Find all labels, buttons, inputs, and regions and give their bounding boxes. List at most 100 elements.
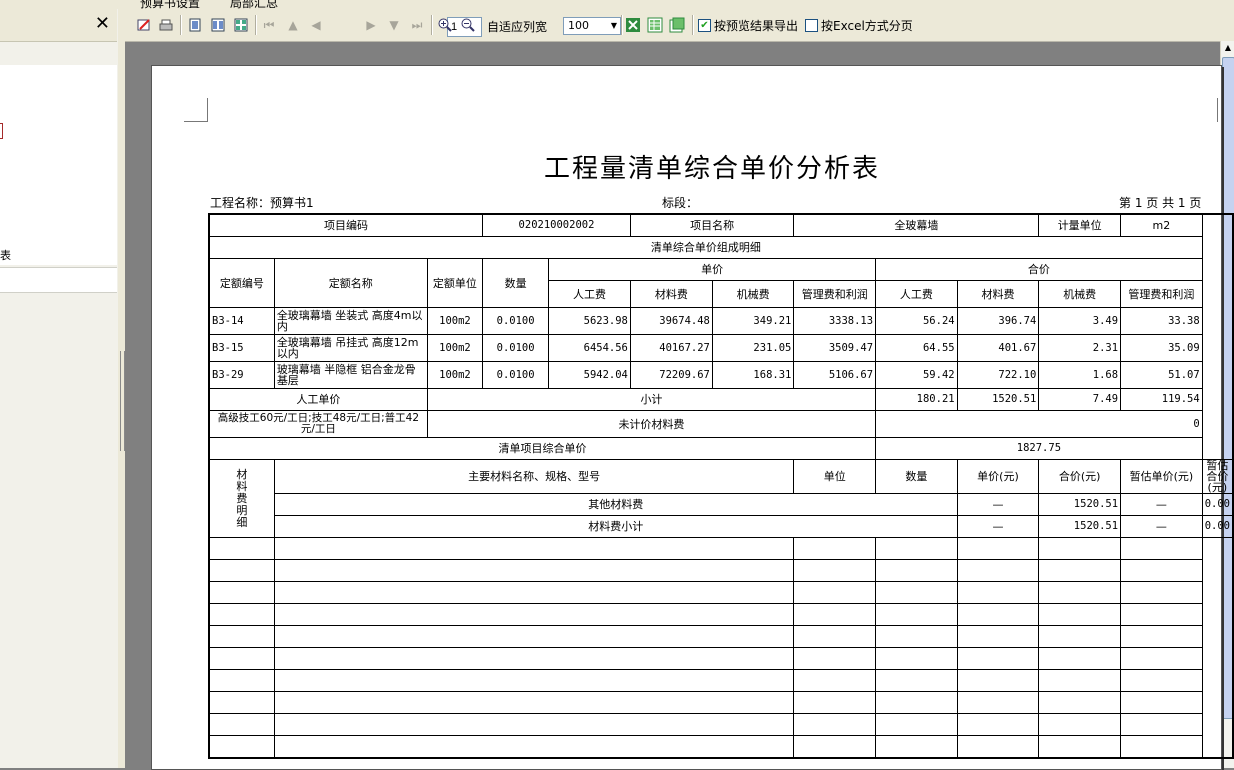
quota-qty: 0.0100 <box>482 307 550 335</box>
export-preview-checkbox[interactable]: ✔ 按预览结果导出 <box>698 17 798 34</box>
subtotal-label: 小计 <box>426 388 877 411</box>
zoom-value: 100 <box>568 19 589 32</box>
left-panel-header: ✕ <box>0 9 117 42</box>
checkbox-checked-icon[interactable]: ✔ <box>698 19 711 32</box>
quota-name: 全玻璃幕墙 吊挂式 高度12m以内 <box>273 334 428 362</box>
blank-cell <box>1038 669 1122 692</box>
first-page-icon[interactable]: ⏮ <box>260 16 278 34</box>
unit-value: m2 <box>1120 213 1203 237</box>
zoom-out-icon[interactable] <box>459 16 477 34</box>
prev-page-icon[interactable]: ◀ <box>307 16 325 34</box>
blank-row <box>208 735 1233 759</box>
blank-cell <box>1120 581 1203 604</box>
blank-cell <box>875 713 958 736</box>
blank-cell <box>208 581 275 604</box>
table-row: 清单综合单价组成明细 <box>208 236 1233 259</box>
price-machine: 231.05 <box>711 334 795 362</box>
excel-paging-label: 按Excel方式分页 <box>821 19 913 33</box>
report-tree[interactable] <box>0 65 117 265</box>
next-page-icon[interactable]: ▶ <box>362 16 380 34</box>
blank-cell <box>956 581 1040 604</box>
material-qty-label: 数量 <box>875 459 958 494</box>
prev-section-icon[interactable]: ▲ <box>284 16 302 34</box>
blank-row <box>208 669 1233 692</box>
blank-cell <box>273 559 795 582</box>
blank-cell <box>793 691 877 714</box>
blank-cell <box>875 669 958 692</box>
last-page-icon[interactable]: ⏭ <box>408 16 426 34</box>
material-detail-label: 材料费明细 <box>208 459 275 538</box>
price-labor: 5623.98 <box>548 307 631 335</box>
excel-paging-checkbox[interactable]: 按Excel方式分页 <box>805 17 913 34</box>
blank-cell <box>1038 625 1122 648</box>
blank-row <box>208 559 1233 582</box>
blank-cell <box>793 603 877 626</box>
blank-row <box>208 625 1233 648</box>
other-total: 1520.51 <box>1038 493 1122 516</box>
table-row: 人工单价 小计 180.21 1520.51 7.49 119.54 <box>208 388 1233 411</box>
blank-cell <box>793 537 877 560</box>
zoom-select[interactable]: 100 ▼ <box>563 17 621 35</box>
edit-icon[interactable] <box>135 16 153 34</box>
two-page-icon[interactable] <box>209 16 227 34</box>
material-total-label: 合价(元) <box>1038 459 1122 494</box>
blank-cell <box>875 581 958 604</box>
total-machine: 3.49 <box>1038 307 1122 335</box>
print-icon[interactable] <box>157 16 175 34</box>
total-labor: 59.42 <box>875 361 958 389</box>
blank-cell <box>273 713 795 736</box>
left-panel: ✕ 表 <box>0 9 119 768</box>
item-code-label: 项目编码 <box>208 213 484 237</box>
next-section-icon[interactable]: ▼ <box>385 16 403 34</box>
blank-cell <box>956 735 1040 759</box>
excel-export-icon[interactable] <box>624 16 642 34</box>
price-material: 40167.27 <box>629 334 713 362</box>
blank-rows <box>208 537 1233 759</box>
excel-sheet-icon[interactable] <box>646 16 664 34</box>
blank-cell <box>273 669 795 692</box>
close-icon[interactable]: ✕ <box>95 14 110 34</box>
material-name-spec-label: 主要材料名称、规格、型号 <box>273 459 795 494</box>
crop-mark <box>207 98 208 122</box>
blank-cell <box>1120 603 1203 626</box>
multi-page-icon[interactable] <box>232 16 250 34</box>
col-machine: 机械费 <box>1038 280 1122 308</box>
tree-row[interactable] <box>0 267 117 293</box>
checkbox-icon[interactable] <box>805 19 818 32</box>
panel-splitter[interactable] <box>118 41 125 768</box>
scroll-up-icon[interactable]: ▲ <box>1222 42 1234 54</box>
col-mgmt: 管理费和利润 <box>793 280 877 308</box>
report-title: 工程量清单综合单价分析表 <box>543 154 880 184</box>
blank-cell <box>875 603 958 626</box>
blank-row <box>208 691 1233 714</box>
blank-cell <box>273 735 795 759</box>
fit-column-width-button[interactable]: 自适应列宽 <box>487 18 547 35</box>
excel-multi-icon[interactable] <box>668 16 686 34</box>
tree-node-icon <box>0 123 3 139</box>
zoom-in-icon[interactable] <box>436 16 454 34</box>
col-total-price: 合价 <box>875 258 1203 281</box>
table-row: 其他材料费 — 1520.51 — 0.00 <box>209 493 1234 516</box>
material-subtotal: 1520.51 <box>1038 515 1122 538</box>
unpriced-material-value: 0 <box>875 410 1203 438</box>
single-page-icon[interactable] <box>186 16 204 34</box>
blank-cell <box>273 581 795 604</box>
material-unit-price-label: 单价(元) <box>956 459 1040 494</box>
item-code: 020210002002 <box>482 213 631 237</box>
col-mgmt: 管理费和利润 <box>1120 280 1203 308</box>
total-labor: 64.55 <box>875 334 958 362</box>
blank-cell <box>208 691 275 714</box>
col-material: 材料费 <box>629 280 713 308</box>
labor-rate-text: 高级技工60元/工日;技工48元/工日;普工42元/工日 <box>208 410 428 438</box>
quota-name: 全玻璃幕墙 坐装式 高度4m以内 <box>273 307 428 335</box>
tree-item-label[interactable]: 表 <box>0 247 11 263</box>
blank-cell <box>875 735 958 759</box>
item-name-label: 项目名称 <box>629 213 795 237</box>
table-row: 定额编号 定额名称 定额单位 数量 单价 合价 <box>208 258 1233 308</box>
material-unit-label: 单位 <box>793 459 877 494</box>
blank-cell <box>956 559 1040 582</box>
chevron-down-icon[interactable]: ▼ <box>608 18 620 34</box>
labor-unit-price-label: 人工单价 <box>208 388 428 411</box>
blank-cell <box>208 669 275 692</box>
subtotal-mgmt: 119.54 <box>1120 388 1203 411</box>
